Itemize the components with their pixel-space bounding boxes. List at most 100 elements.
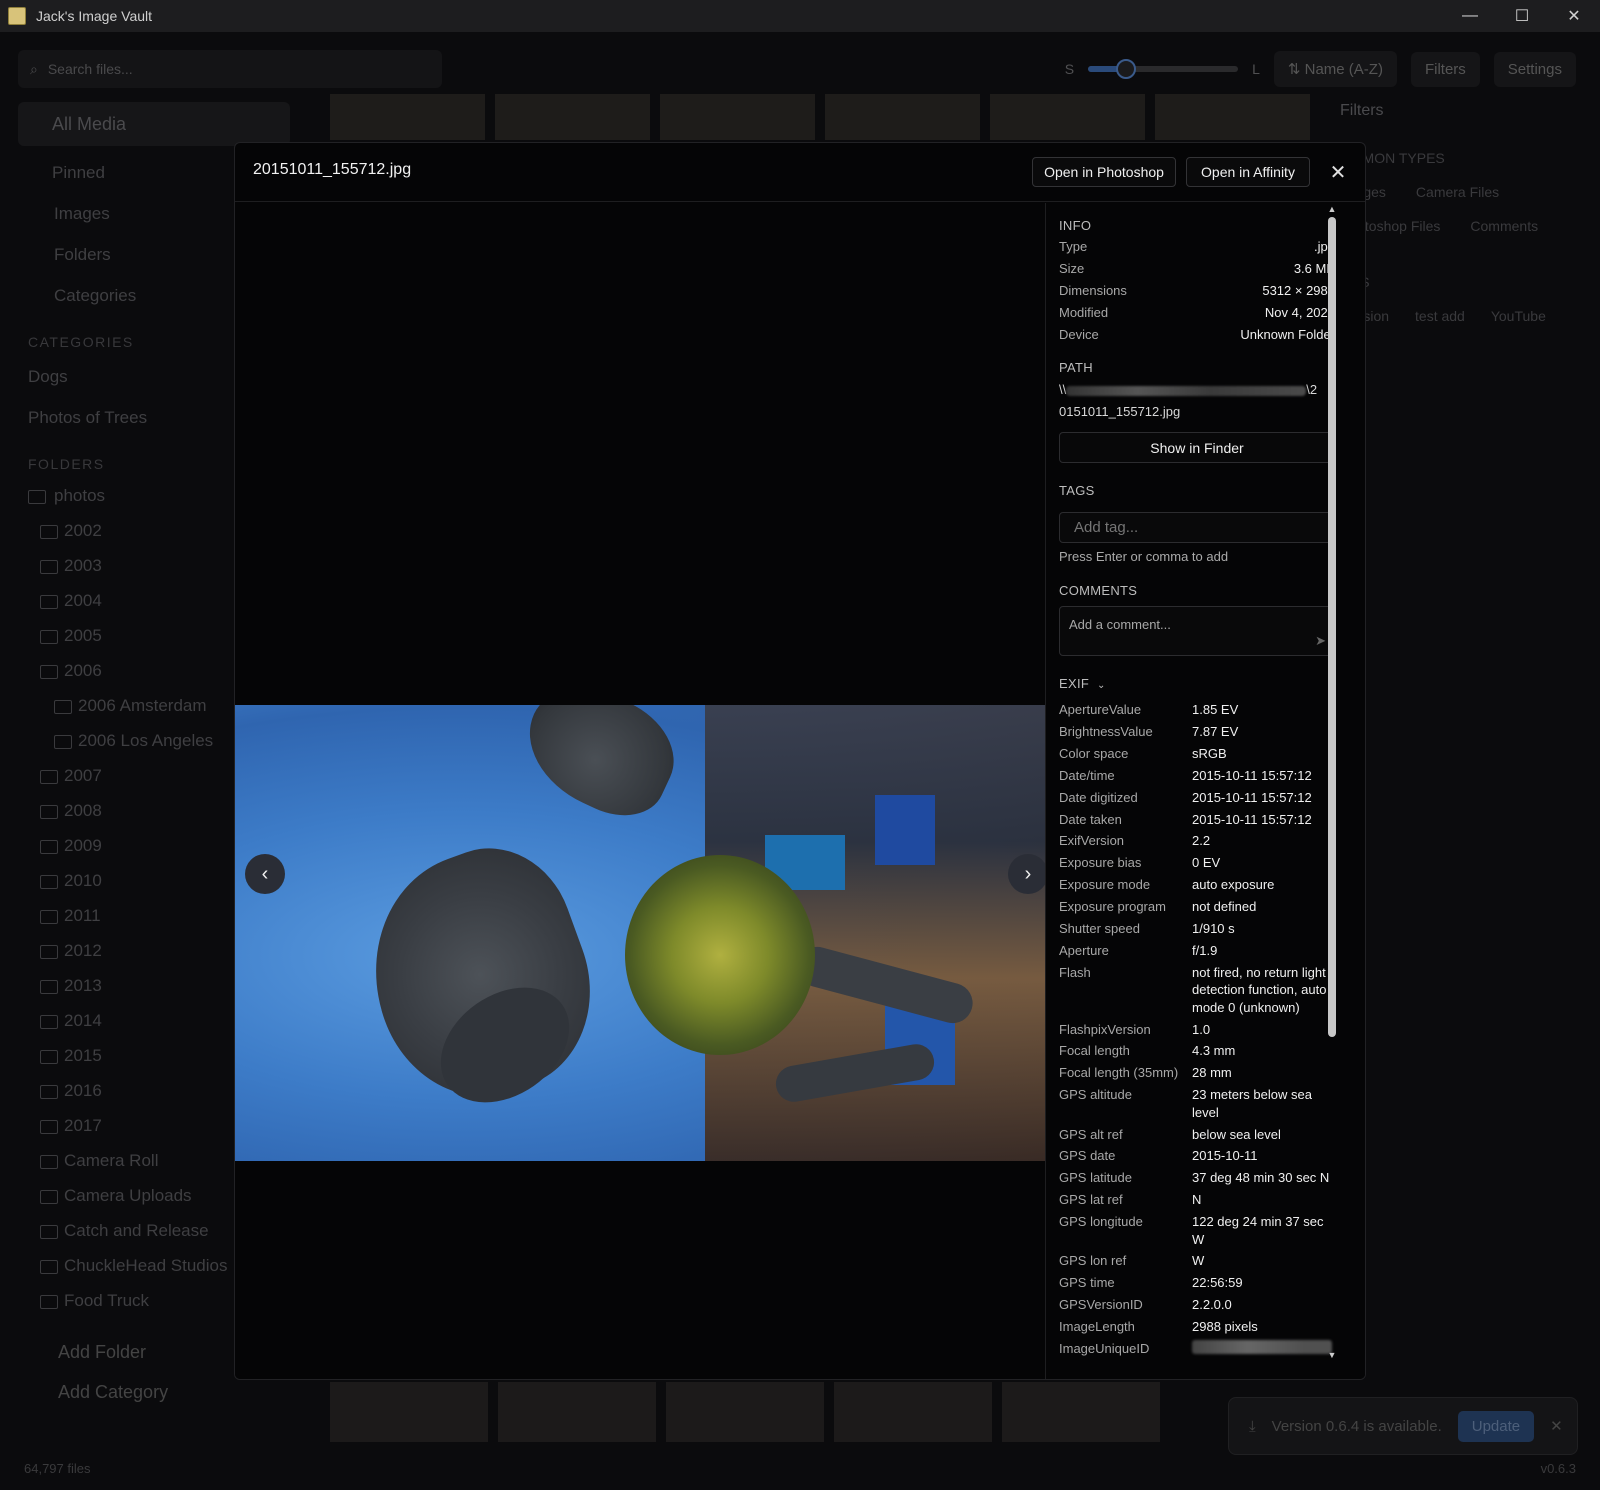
exif-value: 122 deg 24 min 37 sec W [1192, 1214, 1324, 1247]
exif-label: GPS date [1059, 1148, 1116, 1164]
app-title: Jack's Image Vault [36, 8, 153, 24]
thumbnail[interactable] [666, 1382, 824, 1442]
app-version: v0.6.3 [1540, 1461, 1576, 1476]
exif-row: GPS altitude 23 meters below sea level [1059, 1084, 1335, 1123]
add-tag-input[interactable] [1059, 512, 1335, 543]
exif-label: GPS alt ref [1059, 1126, 1123, 1142]
preview-image [235, 705, 1045, 1161]
exif-row: GPS lat ref N [1059, 1189, 1335, 1211]
image-viewer [235, 203, 1045, 1379]
open-in-photoshop-button[interactable]: Open in Photoshop [1032, 157, 1176, 187]
thumbnail[interactable] [660, 94, 815, 140]
info-header: INFO [1059, 218, 1092, 233]
exif-row: GPS longitude 122 deg 24 min 37 sec W [1059, 1211, 1335, 1250]
thumbnail[interactable] [330, 94, 485, 140]
download-icon: ⤓ [1249, 1417, 1256, 1435]
slider-knob[interactable] [1116, 59, 1137, 79]
exif-label: GPSVersionID [1059, 1297, 1143, 1313]
open-in-affinity-button[interactable]: Open in Affinity [1186, 157, 1310, 187]
exif-value: 23 meters below sea level [1192, 1087, 1312, 1120]
exif-value: 1.0 [1192, 1021, 1211, 1037]
tags-header: TAGS [1059, 483, 1095, 498]
filter-chip[interactable]: Camera Files [1416, 184, 1499, 200]
exif-row: Focal length 4.3 mm [1059, 1040, 1335, 1062]
thumbnail[interactable] [1155, 94, 1310, 140]
path-header: PATH [1059, 360, 1093, 375]
exif-value: 2.2 [1192, 833, 1211, 849]
minimize-button[interactable]: — [1444, 0, 1496, 32]
thumbnail[interactable] [498, 1382, 656, 1442]
exif-value: 2.2.0.0 [1192, 1297, 1232, 1313]
exif-label: Focal length (35mm) [1059, 1065, 1179, 1081]
thumbnail[interactable] [330, 1382, 488, 1442]
exif-filter-header[interactable]: IF [1340, 364, 1580, 380]
path-line-end: \2 [1306, 382, 1318, 397]
image-region [508, 705, 692, 832]
settings-button[interactable]: Settings [1493, 51, 1576, 87]
sort-button[interactable]: ⇅ Name (A-Z) [1273, 51, 1397, 87]
scroll-down-icon[interactable]: ▼ [1327, 1351, 1337, 1360]
exif-row: Shutter speed 1/910 s [1059, 918, 1335, 940]
info-label: Type [1059, 238, 1088, 254]
sort-icon: ⇅ [1287, 61, 1305, 78]
sidebar-item-all-media[interactable]: All Media [18, 102, 290, 146]
next-image-button[interactable]: › [1008, 854, 1048, 894]
info-row: Type .jpg [1059, 235, 1335, 257]
modal-filename: 20151011_155712.jpg [253, 161, 412, 178]
close-icon[interactable]: ✕ [1323, 157, 1353, 187]
exif-label: Aperture [1059, 942, 1109, 958]
scroll-thumb[interactable] [1328, 217, 1336, 1037]
filter-chip[interactable]: Comments [1470, 218, 1538, 234]
info-panel-content: INFO Type .jpg Size 3.6 MB Dimensions 5312 … [1059, 203, 1335, 1361]
exif-value: not defined [1192, 899, 1257, 915]
image-detail-modal: 20151011_155712.jpg Open in Photoshop Op… [234, 142, 1366, 1380]
exif-row: Date digitized 2015-10-11 15:57:12 [1059, 787, 1335, 809]
exif-label: ApertureValue [1059, 702, 1142, 718]
tag-chip[interactable]: test add [1415, 308, 1465, 324]
exif-value: 1.85 EV [1192, 702, 1239, 718]
exif-label: GPS longitude [1059, 1214, 1143, 1230]
comment-input[interactable]: Add a comment... ➤ [1059, 606, 1335, 656]
exif-value: 2015-10-11 [1192, 1148, 1258, 1164]
exif-value: f/1.9 [1192, 942, 1218, 958]
chevron-down-icon: ⌄ [1097, 680, 1106, 691]
thumbnail[interactable] [834, 1382, 992, 1442]
maximize-button[interactable]: ☐ [1496, 0, 1548, 32]
filters-title: Filters [1340, 102, 1384, 119]
exif-value: 2015-10-11 15:57:12 [1192, 811, 1312, 827]
toolbar: S L ⇅ Name (A-Z) Filters Settings [1065, 50, 1576, 88]
exif-label: ImageUniqueID [1059, 1340, 1150, 1356]
thumbnail[interactable] [495, 94, 650, 140]
toast-close-icon[interactable]: ✕ [1550, 1417, 1563, 1435]
exif-label: GPS lon ref [1059, 1253, 1127, 1269]
exif-value: below sea level [1192, 1126, 1281, 1142]
size-small-label: S [1064, 61, 1075, 77]
show-in-finder-button[interactable]: Show in Finder [1059, 432, 1335, 463]
exif-row: ImageUniqueID [1059, 1338, 1335, 1361]
previous-image-button[interactable]: ‹ [245, 854, 285, 894]
window-controls: — ☐ ✕ [1444, 0, 1600, 32]
exif-value: 1/910 s [1192, 920, 1235, 936]
thumbnail[interactable] [825, 94, 980, 140]
exif-row: FlashpixVersion 1.0 [1059, 1018, 1335, 1040]
search-input[interactable]: ⌕ Search files... [18, 50, 442, 88]
exif-label: Exposure program [1059, 899, 1166, 915]
exif-label: Focal length [1059, 1043, 1130, 1059]
filters-button[interactable]: Filters [1410, 51, 1480, 87]
info-label: Device [1059, 326, 1099, 342]
thumbnail[interactable] [990, 94, 1145, 140]
search-icon: ⌕ [30, 60, 38, 77]
image-region [875, 795, 935, 865]
tag-chip[interactable]: YouTube [1491, 308, 1546, 324]
exif-toggle[interactable]: EXIF ⌄ [1059, 676, 1335, 691]
thumbnail[interactable] [1002, 1382, 1160, 1442]
exif-row: Aperture f/1.9 [1059, 940, 1335, 962]
comments-header: COMMENTS [1059, 583, 1138, 598]
info-value: Unknown Folder [1240, 326, 1335, 342]
scroll-up-icon[interactable]: ▲ [1327, 205, 1337, 214]
window-close-button[interactable]: ✕ [1548, 0, 1600, 32]
info-panel-scrollbar[interactable]: ▲ ▼ [1325, 203, 1339, 1361]
exif-row: ExifVersion 2.2 [1059, 830, 1335, 852]
thumbnail-size-slider[interactable] [1088, 59, 1239, 79]
update-button[interactable]: Update [1457, 1410, 1535, 1442]
